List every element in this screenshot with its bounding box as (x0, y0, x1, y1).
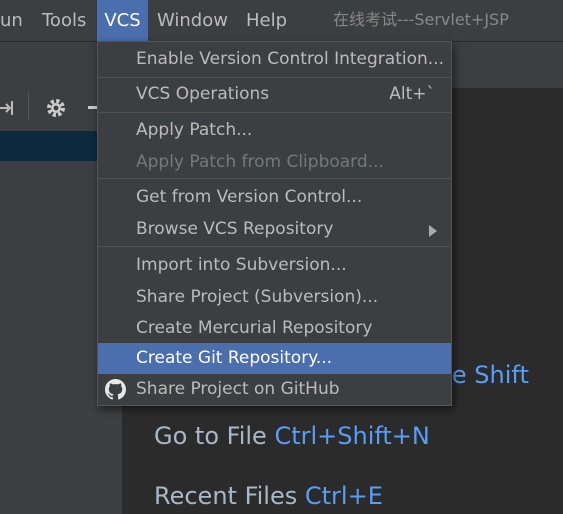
menu-item-label: Get from Version Control... (136, 187, 363, 207)
menu-item-create-git-repo[interactable]: Create Git Repository... (98, 343, 451, 374)
menu-item-get-from-vcs[interactable]: Get from Version Control... (98, 182, 451, 213)
github-icon (105, 379, 126, 400)
menu-bar: un Tools VCS Window Help 在线考试---Servlet+… (0, 0, 563, 42)
recent-files-hint: Recent Files Ctrl+E (154, 482, 383, 510)
menu-item-label: Share Project on GitHub (136, 379, 340, 399)
menu-item-label: Enable Version Control Integration... (136, 49, 444, 69)
menu-item-label: VCS Operations (136, 84, 270, 104)
menu-item-label: Browse VCS Repository (136, 219, 334, 239)
menu-item-share-project-subversion[interactable]: Share Project (Subversion)... (98, 282, 451, 313)
menu-item-share-on-github[interactable]: Share Project on GitHub (98, 374, 451, 405)
recent-files-key: Ctrl+E (304, 482, 383, 510)
menu-run[interactable]: un (0, 0, 23, 41)
project-tree-selected-row[interactable] (0, 131, 98, 161)
goto-file-label: Go to File (154, 422, 267, 450)
menu-separator (98, 112, 451, 113)
goto-file-hint: Go to File Ctrl+Shift+N (154, 422, 430, 450)
menu-separator (98, 246, 451, 247)
menu-item-apply-patch-clipboard: Apply Patch from Clipboard... (98, 147, 451, 178)
menu-item-browse-vcs-repository[interactable]: Browse VCS Repository (98, 214, 451, 245)
menu-tools[interactable]: Tools (42, 0, 86, 41)
menu-help[interactable]: Help (246, 0, 287, 41)
menu-vcs[interactable]: VCS (97, 0, 148, 41)
menu-item-vcs-operations[interactable]: VCS Operations Alt+` (98, 79, 451, 110)
recent-files-label: Recent Files (154, 482, 298, 510)
gear-icon[interactable] (44, 96, 68, 120)
menu-item-label: Apply Patch from Clipboard... (136, 152, 384, 172)
menu-window[interactable]: Window (157, 0, 228, 41)
menu-separator (98, 77, 451, 78)
menu-separator (98, 178, 451, 179)
submenu-arrow-icon (429, 225, 437, 237)
menu-item-label: Create Mercurial Repository (136, 318, 373, 338)
goto-file-key: Ctrl+Shift+N (274, 422, 430, 450)
window-title: 在线考试---Servlet+JSP (333, 10, 509, 29)
menu-item-label: Share Project (Subversion)... (136, 287, 379, 307)
menu-item-import-subversion[interactable]: Import into Subversion... (98, 250, 451, 281)
menu-item-enable-vcs[interactable]: Enable Version Control Integration... (98, 44, 451, 75)
menu-item-shortcut: Alt+` (389, 84, 435, 104)
menu-item-apply-patch[interactable]: Apply Patch... (98, 115, 451, 146)
menu-item-label: Create Git Repository... (136, 348, 333, 368)
toolbar-divider (28, 91, 29, 121)
menu-item-label: Import into Subversion... (136, 255, 347, 275)
vcs-dropdown-menu: Enable Version Control Integration... VC… (97, 41, 452, 406)
collapse-all-icon[interactable] (0, 98, 16, 118)
menu-item-create-mercurial-repo[interactable]: Create Mercurial Repository (98, 313, 451, 344)
menu-item-label: Apply Patch... (136, 120, 253, 140)
